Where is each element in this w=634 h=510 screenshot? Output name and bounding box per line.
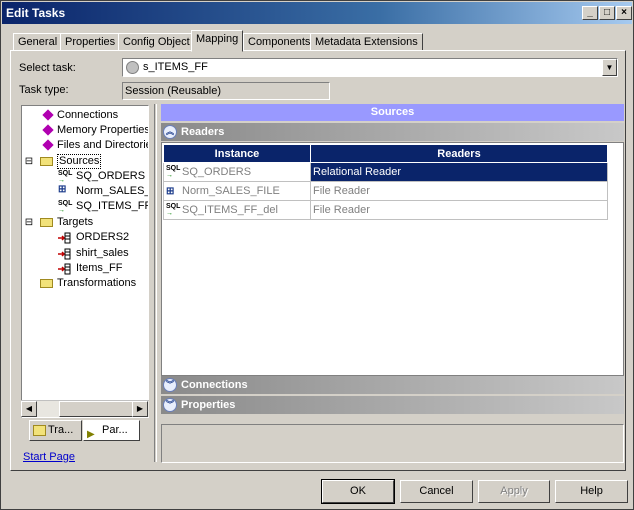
close-button[interactable]: ×: [616, 6, 632, 20]
apply-button[interactable]: Apply: [478, 480, 550, 503]
scroll-right-icon[interactable]: ▶: [132, 401, 148, 417]
properties-section-bar[interactable]: ︾ Properties: [161, 396, 624, 414]
normalizer-icon: ⊞: [166, 185, 175, 197]
properties-detail-area: [161, 424, 624, 463]
tab-transformations-view[interactable]: Tra...: [29, 420, 82, 441]
folder-icon: [40, 279, 53, 288]
table-row[interactable]: SQL → SQ_ITEMS_FF_del File Reader: [163, 200, 608, 220]
tab-mapping[interactable]: Mapping: [191, 30, 244, 52]
edit-tasks-dialog: Edit Tasks _ □ × General Properties Conf…: [0, 0, 634, 510]
chevron-down-icon[interactable]: ▼: [602, 59, 617, 76]
diamond-icon: [42, 124, 54, 136]
tab-config-object[interactable]: Config Object: [118, 33, 195, 51]
folder-icon: [33, 425, 46, 436]
target-icon: [58, 263, 71, 275]
select-task-value: s_ITEMS_FF: [143, 61, 208, 73]
tab-partitions-view[interactable]: ▶ Par...: [83, 420, 140, 441]
minimize-button[interactable]: _: [582, 6, 598, 20]
table-row[interactable]: ⊞ Norm_SALES_FILE File Reader: [163, 181, 608, 201]
connections-section-bar[interactable]: ︾ Connections: [161, 376, 624, 394]
sql-source-icon: SQL →: [166, 203, 181, 217]
target-icon: [58, 232, 71, 244]
readers-section-bar[interactable]: ︽ Readers: [161, 123, 624, 141]
expand-chevron-icon[interactable]: ︾: [163, 378, 177, 392]
help-button[interactable]: Help: [555, 480, 628, 503]
navigation-tree[interactable]: Connections Memory Properties Files and …: [21, 105, 149, 418]
select-task-label: Select task:: [19, 62, 76, 74]
readers-table: Instance Readers SQL → SQ_ORDERS Relationa…: [163, 144, 608, 220]
flag-icon: ▶: [87, 429, 95, 440]
instance-cell[interactable]: ⊞ Norm_SALES_FILE: [163, 181, 311, 201]
task-type-label: Task type:: [19, 84, 69, 96]
readers-grid: Instance Readers SQL → SQ_ORDERS Relationa…: [161, 142, 624, 376]
folder-icon: [40, 218, 53, 227]
sources-header: Sources: [161, 104, 624, 121]
ok-button[interactable]: OK: [321, 479, 395, 504]
column-header-readers[interactable]: Readers: [310, 144, 608, 163]
tab-general[interactable]: General: [13, 33, 63, 51]
scroll-left-icon[interactable]: ◀: [21, 401, 37, 417]
scroll-thumb[interactable]: [59, 401, 139, 417]
sql-source-icon: SQL →: [58, 170, 73, 184]
session-icon: [126, 61, 139, 74]
sources-panel: Sources ︽ Readers Instance Readers SQL → S…: [161, 104, 626, 463]
target-icon: [58, 248, 71, 260]
title-bar[interactable]: Edit Tasks _ □ ×: [2, 2, 632, 24]
normalizer-icon: ⊞: [58, 184, 67, 195]
tab-properties[interactable]: Properties: [60, 33, 121, 51]
reader-cell[interactable]: File Reader: [310, 181, 608, 201]
window-title: Edit Tasks: [6, 6, 66, 20]
sql-source-icon: SQL →: [58, 200, 73, 214]
maximize-button[interactable]: □: [599, 6, 615, 20]
reader-cell[interactable]: Relational Reader: [310, 162, 608, 182]
column-header-instance[interactable]: Instance: [163, 144, 311, 163]
panel-splitter[interactable]: [154, 104, 157, 462]
select-task-dropdown[interactable]: s_ITEMS_FF ▼: [122, 58, 618, 77]
collapse-icon[interactable]: ⊟: [24, 154, 34, 169]
table-row[interactable]: SQL → SQ_ORDERS Relational Reader: [163, 162, 608, 182]
tab-components[interactable]: Components: [243, 33, 316, 51]
task-type-field: Session (Reusable): [122, 82, 330, 100]
sql-source-icon: SQL →: [166, 165, 181, 179]
cancel-button[interactable]: Cancel: [400, 480, 473, 503]
instance-cell[interactable]: SQL → SQ_ITEMS_FF_del: [163, 200, 311, 220]
tab-metadata-extensions[interactable]: Metadata Extensions: [310, 33, 423, 51]
diamond-icon: [42, 139, 54, 151]
tree-horizontal-scrollbar[interactable]: ◀ ▶: [21, 400, 149, 417]
folder-icon: [40, 157, 53, 166]
collapse-chevron-icon[interactable]: ︽: [163, 125, 177, 139]
reader-cell[interactable]: File Reader: [310, 200, 608, 220]
start-page-link[interactable]: Start Page: [23, 451, 75, 463]
instance-cell[interactable]: SQL → SQ_ORDERS: [163, 162, 311, 182]
diamond-icon: [42, 109, 54, 121]
expand-chevron-icon[interactable]: ︾: [163, 398, 177, 412]
collapse-icon[interactable]: ⊟: [24, 215, 34, 230]
